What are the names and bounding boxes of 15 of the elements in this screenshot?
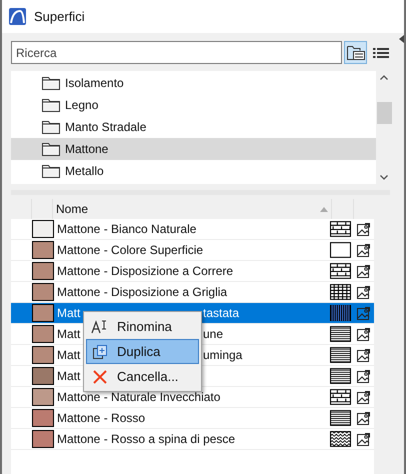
- surface-name: tastata: [203, 305, 240, 322]
- surface-name: Matt: [57, 327, 80, 341]
- surface-name: Mattone - Colore Superficie: [57, 243, 204, 257]
- surface-name: uminga: [203, 347, 242, 364]
- surface-name: Matt: [57, 369, 80, 383]
- surface-name: Mattone - Rosso a spina di pesce: [57, 432, 236, 446]
- surface-name: Mattone - Disposizione a Griglia: [57, 285, 228, 299]
- surface-name: Matt: [57, 348, 80, 362]
- surface-name: une: [203, 326, 224, 343]
- surface-name: Mattone - Rosso: [57, 411, 146, 425]
- surface-name: Mattone - Bianco Naturale: [57, 222, 196, 236]
- surface-name: Mattone - Naturale Invecchiato: [57, 390, 220, 404]
- window-title: Superfici: [34, 8, 85, 26]
- surface-name: Mattone - Disposizione a Correre: [57, 264, 234, 278]
- surface-name: Matt: [57, 306, 80, 320]
